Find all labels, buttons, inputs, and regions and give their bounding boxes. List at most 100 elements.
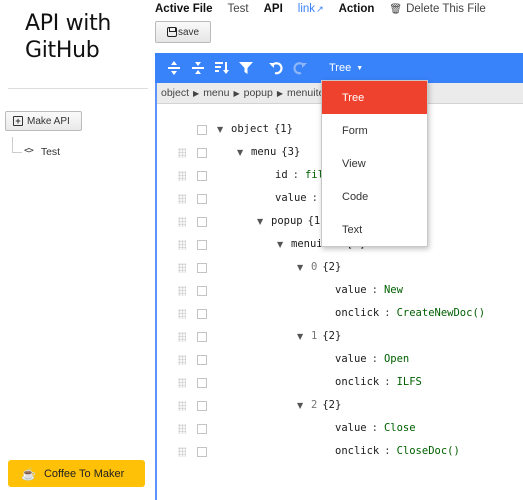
node-key[interactable]: onclick	[335, 445, 379, 457]
make-api-button[interactable]: + Make API	[5, 111, 82, 131]
drag-handle-icon[interactable]	[178, 263, 186, 273]
expand-toggle-icon[interactable]: ▼	[257, 217, 271, 226]
node-key[interactable]: 2	[311, 399, 317, 411]
row-checkbox[interactable]	[197, 286, 207, 296]
mode-option-text[interactable]: Text	[322, 213, 427, 246]
node-key[interactable]: value	[275, 192, 307, 204]
api-link[interactable]: link ↗	[298, 3, 324, 15]
row-checkbox[interactable]	[197, 401, 207, 411]
row-checkbox[interactable]	[197, 309, 207, 319]
drag-handle-icon[interactable]	[178, 447, 186, 457]
node-key[interactable]: value	[335, 284, 367, 296]
expand-all-icon	[168, 61, 180, 75]
drag-handle-icon[interactable]	[178, 378, 186, 388]
row-checkbox[interactable]	[197, 148, 207, 158]
api-label: API	[263, 3, 283, 15]
mode-option-code[interactable]: Code	[322, 180, 427, 213]
redo-button[interactable]	[289, 57, 311, 79]
node-key[interactable]: onclick	[335, 307, 379, 319]
expand-toggle-icon[interactable]: ▼	[217, 125, 231, 134]
node-value[interactable]: Close	[384, 422, 416, 434]
drag-handle-icon[interactable]	[178, 194, 186, 204]
row-checkbox[interactable]	[197, 332, 207, 342]
row-checkbox[interactable]	[197, 171, 207, 181]
node-value[interactable]: CloseDoc()	[397, 445, 460, 457]
drag-handle-icon[interactable]	[178, 309, 186, 319]
expand-toggle-icon[interactable]: ▼	[237, 148, 251, 157]
row-checkbox[interactable]	[197, 378, 207, 388]
node-value[interactable]: Open	[384, 353, 409, 365]
node-key[interactable]: 1	[311, 330, 317, 342]
api-link-text: link	[297, 3, 316, 15]
mode-option-form[interactable]: Form	[322, 114, 427, 147]
file-info-bar: Active File Test API link ↗ Action 🗑 Del…	[155, 0, 486, 18]
node-key[interactable]: object	[231, 123, 269, 135]
node-count: {2}	[322, 330, 342, 342]
tree-row[interactable]: onclick: ILFS	[157, 371, 523, 394]
breadcrumb-item[interactable]: popup	[244, 87, 273, 99]
drag-handle-icon[interactable]	[178, 217, 186, 227]
tree-row[interactable]: value: Close	[157, 417, 523, 440]
expand-all-button[interactable]	[163, 57, 185, 79]
make-api-label: Make API	[27, 115, 70, 127]
tree-row[interactable]: onclick: CloseDoc()	[157, 440, 523, 463]
collapse-all-button[interactable]	[187, 57, 209, 79]
row-checkbox[interactable]	[197, 217, 207, 227]
save-label: save	[177, 26, 200, 38]
key-value-separator: :	[371, 422, 378, 434]
expand-toggle-icon[interactable]: ▼	[297, 401, 311, 410]
delete-file-button[interactable]: 🗑 Delete This File	[389, 3, 485, 15]
tree-row[interactable]: ▼ 1 {2}	[157, 325, 523, 348]
tree-row[interactable]: value: New	[157, 279, 523, 302]
node-value[interactable]: CreateNewDoc()	[397, 307, 486, 319]
row-checkbox[interactable]	[197, 240, 207, 250]
row-checkbox[interactable]	[197, 194, 207, 204]
node-key[interactable]: menu	[251, 146, 276, 158]
expand-toggle-icon[interactable]: ▼	[297, 332, 311, 341]
tree-row[interactable]: ▼ 2 {2}	[157, 394, 523, 417]
node-value[interactable]: ILFS	[397, 376, 422, 388]
drag-handle-icon[interactable]	[178, 401, 186, 411]
node-key[interactable]: popup	[271, 215, 303, 227]
mode-option-tree[interactable]: Tree	[322, 81, 427, 114]
row-checkbox[interactable]	[197, 424, 207, 434]
mode-dropdown-button[interactable]: Tree ▼	[329, 62, 363, 74]
expand-toggle-icon[interactable]: ▼	[297, 263, 311, 272]
breadcrumb-item[interactable]: menu	[203, 87, 229, 99]
node-key[interactable]: value	[335, 422, 367, 434]
drag-handle-icon[interactable]	[178, 171, 186, 181]
file-item-test[interactable]: <> Test	[24, 146, 60, 158]
node-value[interactable]: New	[384, 284, 403, 296]
sort-icon	[215, 62, 229, 74]
drag-handle-icon[interactable]	[178, 355, 186, 365]
node-key[interactable]: onclick	[335, 376, 379, 388]
drag-handle-icon[interactable]	[178, 332, 186, 342]
save-button[interactable]: save	[155, 21, 211, 43]
node-count: {1}	[273, 123, 293, 135]
tree-row[interactable]: ▼ 0 {2}	[157, 256, 523, 279]
drag-handle-icon[interactable]	[178, 148, 186, 158]
file-tree-connector	[12, 137, 22, 153]
node-key[interactable]: 0	[311, 261, 317, 273]
filter-button[interactable]	[235, 57, 257, 79]
undo-button[interactable]	[265, 57, 287, 79]
redo-icon	[293, 62, 307, 75]
row-checkbox[interactable]	[197, 263, 207, 273]
app-title-line2: GitHub	[25, 38, 100, 63]
key-value-separator: :	[371, 284, 378, 296]
tree-row[interactable]: onclick: CreateNewDoc()	[157, 302, 523, 325]
node-key[interactable]: value	[335, 353, 367, 365]
drag-handle-icon[interactable]	[178, 424, 186, 434]
coffee-button[interactable]: ☕ Coffee To Maker	[8, 460, 145, 487]
node-key[interactable]: id	[275, 169, 288, 181]
breadcrumb-item[interactable]: object	[161, 87, 189, 99]
row-checkbox[interactable]	[197, 447, 207, 457]
sort-button[interactable]	[211, 57, 233, 79]
expand-toggle-icon[interactable]: ▼	[277, 240, 291, 249]
row-checkbox[interactable]	[197, 125, 207, 135]
tree-row[interactable]: value: Open	[157, 348, 523, 371]
drag-handle-icon[interactable]	[178, 286, 186, 296]
drag-handle-icon[interactable]	[178, 240, 186, 250]
mode-option-view[interactable]: View	[322, 147, 427, 180]
row-checkbox[interactable]	[197, 355, 207, 365]
